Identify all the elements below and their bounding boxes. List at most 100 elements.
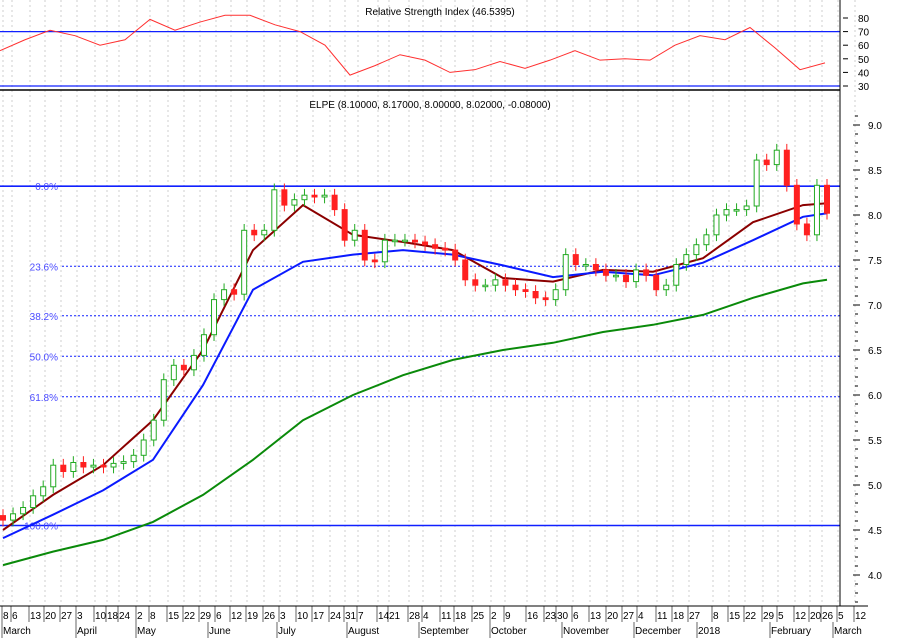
candle-body — [824, 184, 830, 214]
x-tick-label: 6 — [12, 611, 18, 622]
candle — [271, 183, 278, 237]
candle-body — [713, 214, 720, 236]
candle-body — [793, 184, 800, 225]
x-tick-label: 15 — [168, 611, 180, 622]
moving-average-line — [2, 202, 828, 531]
candle-body — [492, 279, 499, 286]
candle — [331, 188, 338, 216]
candle — [663, 278, 670, 296]
candle-body — [522, 289, 529, 293]
month-label: February — [771, 626, 811, 637]
candle-body — [663, 284, 670, 291]
x-tick-label: 5 — [778, 611, 784, 622]
price-y-label: 4.5 — [868, 526, 882, 537]
candle-body — [311, 194, 318, 198]
candle — [80, 456, 87, 474]
month-label: March — [834, 626, 862, 637]
x-tick-label: 12 — [855, 611, 867, 622]
fib-label: 0.0% — [35, 182, 58, 193]
moving-average-line — [2, 212, 828, 540]
rsi-y-label: 60 — [858, 41, 870, 52]
candle — [401, 233, 408, 247]
x-tick-label: 21 — [389, 611, 401, 622]
month-label: August — [348, 626, 379, 637]
x-tick-label: 27 — [61, 611, 73, 622]
candle-body — [422, 241, 429, 246]
candle — [512, 278, 519, 296]
candle-body — [331, 194, 338, 211]
candle — [70, 456, 77, 478]
candle — [803, 217, 810, 242]
x-tick-label: 6 — [216, 611, 222, 622]
candle — [140, 433, 147, 462]
candle — [813, 179, 820, 242]
candle-body — [70, 462, 77, 472]
month-label: September — [420, 626, 470, 637]
candle-body — [361, 229, 368, 261]
candle — [251, 224, 258, 242]
x-tick-label: 23 — [545, 611, 557, 622]
x-tick-label: 3 — [280, 611, 286, 622]
candle-body — [40, 486, 47, 497]
x-tick-label: 29 — [763, 611, 775, 622]
candle-body — [130, 454, 137, 463]
candle-body — [391, 239, 398, 243]
candle-body — [90, 464, 97, 468]
month-label: July — [278, 626, 296, 637]
candle-body — [542, 297, 549, 301]
x-axis: 8 6 13 20 27 3 10 18 24 2 8 15 22 29 6 12 19 26 3 10 17 24 31 7… — [0, 605, 868, 638]
candle-body — [432, 244, 439, 249]
x-tick-label: 30 — [557, 611, 569, 622]
candle-body — [301, 194, 308, 201]
price-title: ELPE (8.10000, 8.17000, 8.00000, 8.02000… — [309, 100, 550, 111]
candle — [562, 248, 569, 296]
month-label: March — [3, 626, 31, 637]
candle-body — [271, 189, 278, 231]
candle — [532, 285, 539, 305]
candle — [321, 188, 328, 204]
x-tick-label: 16 — [527, 611, 539, 622]
price-y-label: 6.5 — [868, 346, 882, 357]
price-y-label: 7.0 — [868, 301, 882, 312]
x-tick-label: 22 — [745, 611, 757, 622]
candle-body — [813, 184, 820, 236]
x-tick-label: 8 — [713, 611, 719, 622]
x-tick-label: 24 — [330, 611, 342, 622]
candle-body — [221, 289, 228, 301]
x-tick-label: 26 — [264, 611, 276, 622]
candle — [753, 153, 760, 213]
candle — [713, 208, 720, 242]
candle-body — [160, 379, 167, 421]
candle-body — [371, 259, 378, 263]
rsi-title: Relative Strength Index (46.5395) — [365, 7, 515, 18]
candle-body — [633, 269, 640, 283]
candle — [391, 233, 398, 247]
candle — [371, 253, 378, 269]
stock-chart: Relative Strength Index (46.5395) ELPE (… — [0, 0, 882, 638]
x-tick-label: 20 — [607, 611, 619, 622]
candle-body — [552, 289, 559, 301]
candle-body — [251, 229, 258, 236]
x-tick-label: 17 — [313, 611, 325, 622]
candle — [291, 193, 298, 212]
x-tick-label: 20 — [45, 611, 57, 622]
candle-body — [683, 254, 690, 266]
rsi-panel: Relative Strength Index (46.5395) — [0, 7, 840, 87]
x-tick-label: 15 — [729, 611, 741, 622]
candle-body — [401, 239, 408, 243]
price-y-label: 5.0 — [868, 481, 882, 492]
rsi-y-label: 30 — [858, 82, 870, 93]
candle — [733, 203, 740, 216]
candle — [743, 199, 750, 216]
candle-body — [241, 229, 248, 295]
candle-body — [50, 464, 57, 488]
x-tick-label: 18 — [455, 611, 467, 622]
month-label: December — [635, 626, 682, 637]
moving-average-line — [2, 278, 828, 567]
candle-body — [592, 264, 599, 271]
x-tick-label: 29 — [200, 611, 212, 622]
rsi-line — [0, 14, 826, 76]
candle-body — [211, 299, 218, 336]
candle-body — [190, 354, 197, 371]
price-panel: ELPE (8.10000, 8.17000, 8.00000, 8.02000… — [0, 100, 840, 567]
